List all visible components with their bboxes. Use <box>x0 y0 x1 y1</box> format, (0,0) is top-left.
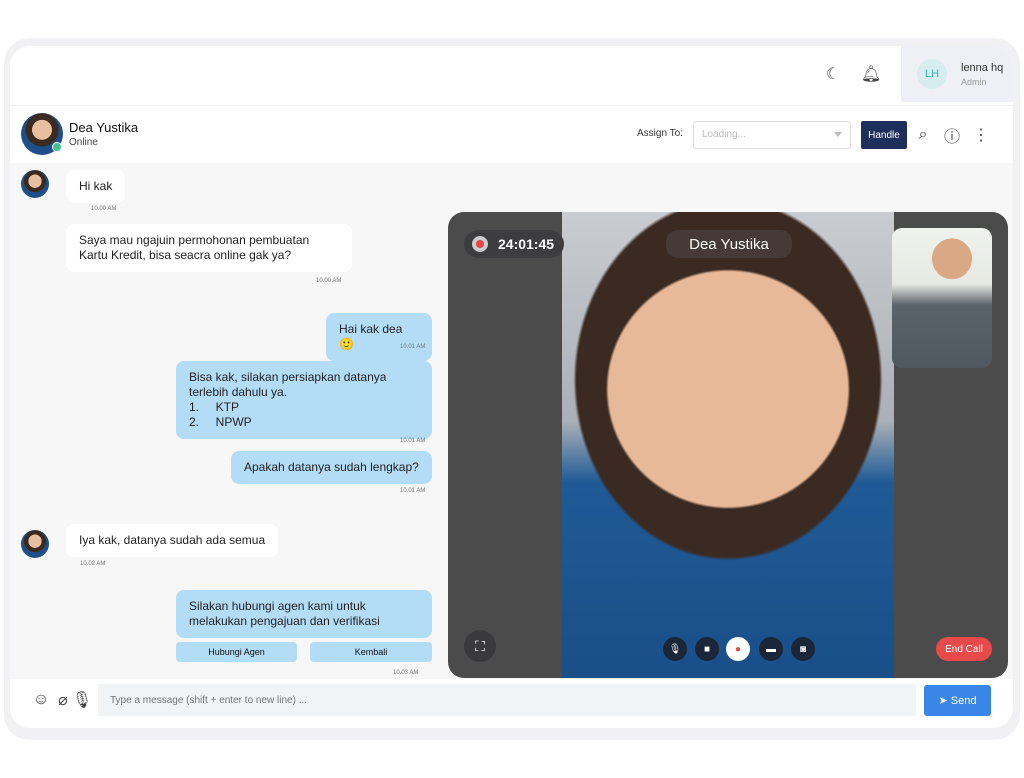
record-icon <box>472 236 488 252</box>
assign-label: Assign To: <box>637 128 683 139</box>
chat-button[interactable]: ▬ <box>759 637 783 661</box>
send-label: Send <box>950 695 977 707</box>
user-menu[interactable]: LH lenna hq Admin <box>901 46 1013 102</box>
video-call-panel: 24:01:45 Dea Yustika ⛶ 🎙︎ ■ ● ▬ ◙ End Ca… <box>448 212 1008 678</box>
contact-name: Dea Yustika <box>69 120 139 135</box>
chat-header: Dea Yustika Online Assign To: Loading...… <box>10 105 1013 163</box>
message-time: 10.00 AM <box>91 206 117 212</box>
message-time: 10.01 AM <box>400 438 426 444</box>
customer-avatar <box>21 530 49 558</box>
emoji-icon[interactable]: ☺ <box>32 691 50 709</box>
assign-select[interactable]: Loading... <box>693 121 851 149</box>
screenshot-button[interactable]: ◙ <box>791 637 815 661</box>
end-call-button[interactable]: End Call <box>936 637 992 661</box>
list-item: 2. NPWP <box>189 415 252 429</box>
chat-icon: ▬ <box>766 643 776 655</box>
message-time: 10.00 AM <box>316 278 342 284</box>
message-time: 10.01 AM <box>400 488 426 494</box>
record-button[interactable]: ● <box>726 637 750 661</box>
message-time: 10.02 AM <box>80 561 106 567</box>
assign-placeholder: Loading... <box>702 129 746 140</box>
call-timer: 24:01:45 <box>464 230 564 258</box>
fullscreen-button[interactable]: ⛶ <box>464 630 496 662</box>
caller-name: Dea Yustika <box>666 230 792 258</box>
top-bar: ☾ 🔔︎ LH lenna hq Admin <box>10 46 1013 102</box>
microphone-icon[interactable]: 🎙︎ <box>72 691 92 709</box>
message-input[interactable] <box>98 684 916 716</box>
quick-reply-hubungi-agen[interactable]: Hubungi Agen <box>176 642 297 662</box>
bell-icon[interactable]: 🔔︎ <box>861 64 881 84</box>
moon-icon[interactable]: ☾ <box>823 64 843 84</box>
message-bubble: Iya kak, datanya sudah ada semua <box>66 524 279 557</box>
fullscreen-icon: ⛶ <box>475 637 485 654</box>
user-role: Admin <box>961 77 987 87</box>
message-bubble: Hi kak <box>66 170 126 203</box>
record-icon: ● <box>734 643 742 655</box>
attachment-icon[interactable]: ⌀ <box>54 691 72 709</box>
handle-button[interactable]: Handle <box>861 121 907 149</box>
message-bubble: Saya mau ngajuin permohonan pembuatan Ka… <box>66 224 352 272</box>
camera-button[interactable]: ■ <box>695 637 719 661</box>
message-bubble: Hai kak dea 🙂 <box>326 313 432 361</box>
camera-icon: ◙ <box>799 643 807 655</box>
video-camera-icon: ■ <box>703 643 711 655</box>
send-icon: ➤ <box>938 695 951 707</box>
microphone-icon: 🎙︎ <box>668 643 682 655</box>
info-icon[interactable]: ⓘ <box>942 125 962 146</box>
send-button[interactable]: ➤ Send <box>924 685 991 716</box>
more-vertical-icon[interactable]: ⋮ <box>971 125 991 145</box>
timer-text: 24:01:45 <box>498 236 555 252</box>
microphone-button[interactable]: 🎙︎ <box>663 637 687 661</box>
message-bubble: Bisa kak, silakan persiapkan datanya ter… <box>176 361 432 439</box>
online-indicator <box>52 142 62 152</box>
quick-reply-kembali[interactable]: Kembali <box>310 642 432 662</box>
message-bubble: Apakah datanya sudah lengkap? <box>231 451 432 484</box>
list-item: 1. KTP <box>189 400 240 414</box>
customer-avatar <box>21 170 49 198</box>
user-avatar: LH <box>917 59 947 89</box>
message-time: 10.01 AM <box>400 344 426 350</box>
app-window: ☾ 🔔︎ LH lenna hq Admin Dea Yustika Onlin… <box>10 46 1013 728</box>
local-video-feed[interactable] <box>892 228 992 368</box>
contact-status: Online <box>69 137 98 148</box>
message-bubble: Silakan hubungi agen kami untuk melakuka… <box>176 590 432 638</box>
remote-video-feed <box>562 212 894 678</box>
search-icon[interactable]: ⌕ <box>913 125 933 145</box>
message-time: 10.03 AM <box>393 670 419 676</box>
composer: ☺ ⌀ 🎙︎ ➤ Send <box>10 679 1013 728</box>
user-name: lenna hq <box>961 62 1004 74</box>
chevron-down-icon <box>834 132 842 137</box>
message-text: Bisa kak, silakan persiapkan datanya ter… <box>189 370 387 399</box>
